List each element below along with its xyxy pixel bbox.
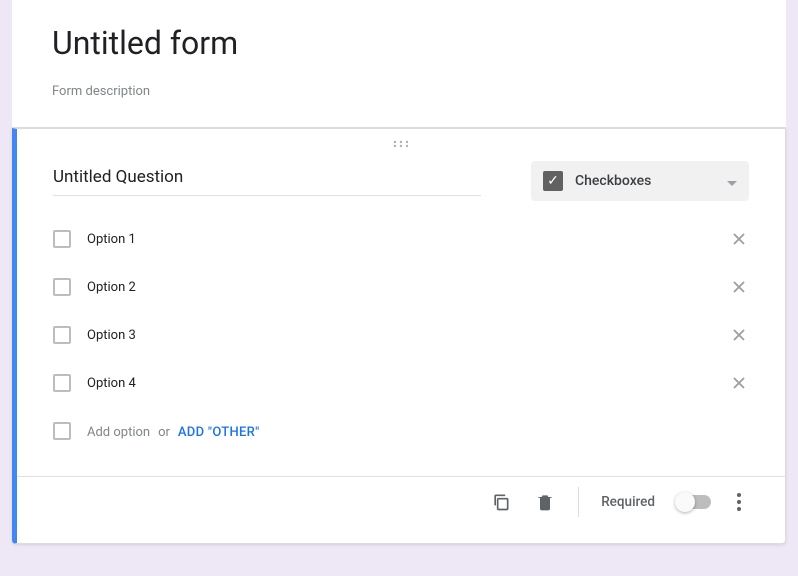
- form-header-card: Untitled form Form description: [12, 0, 786, 128]
- option-label-input[interactable]: Option 1: [87, 232, 713, 247]
- options-list: Option 1 Option 2 Option 3: [53, 229, 749, 393]
- required-toggle[interactable]: [677, 495, 711, 509]
- remove-option-button[interactable]: [729, 373, 749, 393]
- remove-option-button[interactable]: [729, 229, 749, 249]
- question-type-label: Checkboxes: [575, 173, 715, 189]
- form-description[interactable]: Form description: [52, 84, 746, 99]
- remove-option-button[interactable]: [729, 277, 749, 297]
- checkbox-icon: [53, 278, 71, 296]
- checkbox-icon: [53, 374, 71, 392]
- question-footer: Required: [53, 477, 749, 527]
- checkbox-icon: [53, 422, 71, 440]
- option-row: Option 2: [53, 277, 749, 297]
- duplicate-button[interactable]: [490, 491, 512, 513]
- footer-separator: [578, 487, 579, 517]
- checkbox-icon: [53, 326, 71, 344]
- drag-icon: [393, 140, 409, 148]
- question-card: Untitled Question ✓ Checkboxes Option 1: [12, 128, 786, 544]
- option-label-input[interactable]: Option 4: [87, 376, 713, 391]
- option-row: Option 4: [53, 373, 749, 393]
- question-title-input[interactable]: Untitled Question: [53, 161, 481, 196]
- checkbox-type-icon: ✓: [543, 171, 563, 191]
- question-type-select[interactable]: ✓ Checkboxes: [531, 161, 749, 201]
- option-label-input[interactable]: Option 3: [87, 328, 713, 343]
- required-label: Required: [601, 494, 655, 510]
- add-option-row: Add option or ADD "OTHER": [53, 421, 749, 440]
- chevron-down-icon: [727, 172, 737, 191]
- form-title[interactable]: Untitled form: [52, 24, 746, 62]
- option-row: Option 3: [53, 325, 749, 345]
- option-label-input[interactable]: Option 2: [87, 280, 713, 295]
- remove-option-button[interactable]: [729, 325, 749, 345]
- add-other-button[interactable]: ADD "OTHER": [178, 425, 260, 440]
- delete-button[interactable]: [534, 491, 556, 513]
- option-row: Option 1: [53, 229, 749, 249]
- add-or-text: or: [158, 425, 170, 440]
- more-options-button[interactable]: [733, 493, 745, 511]
- add-option-button[interactable]: Add option: [87, 425, 150, 440]
- toggle-knob: [675, 492, 695, 512]
- checkbox-icon: [53, 230, 71, 248]
- drag-handle[interactable]: [17, 129, 785, 153]
